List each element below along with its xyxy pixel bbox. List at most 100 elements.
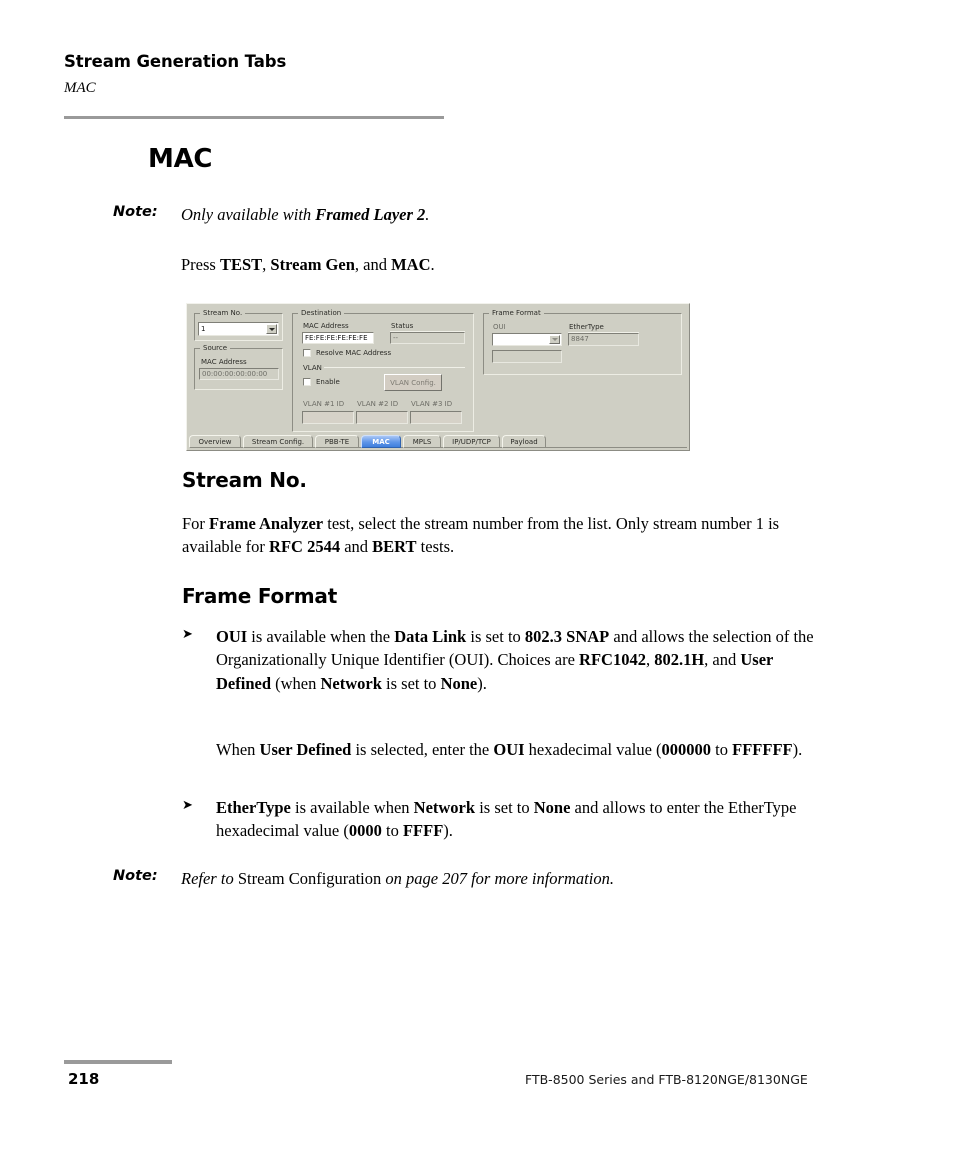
destination-mac-field[interactable]: FE:FE:FE:FE:FE:FE [302,332,374,344]
b1-t2: is set to [466,627,525,646]
vlan1-id-label: VLAN #1 ID [303,400,345,408]
vlan1-id-field[interactable] [302,411,354,424]
sp1-b1: User Defined [259,740,352,759]
vlan3-id-field[interactable] [410,411,462,424]
stream-b2: RFC 2544 [269,537,341,557]
running-head-title: Stream Generation Tabs [64,52,287,71]
note2-roman: Stream Configuration [237,869,382,888]
tab-stream-config[interactable]: Stream Config. [243,435,313,448]
note2-t2: on page 207 for more information. [381,869,614,888]
b1-b4: RFC1042 [579,650,646,670]
sp1-b2: OUI [493,740,525,759]
b1-t5: , and [704,650,741,670]
resolve-mac-address-label: Resolve MAC Address [316,349,392,357]
note-stream-configuration: Note: Refer to Stream Configuration on p… [113,868,873,890]
ethertype-label: EtherType [569,323,604,331]
b1-b7: Network [320,673,382,693]
b1-b1: OUI [216,627,248,646]
b1-t4: , [645,650,655,670]
sp1-t5: ). [792,740,803,759]
b1-t1: is available when the [247,627,395,646]
note-text: Refer to Stream Configuration on page 20… [181,868,614,890]
b2-t4: to [381,821,403,841]
resolve-mac-address-checkbox[interactable] [303,349,311,357]
running-head-subtitle: MAC [64,80,96,96]
vlan-config-button[interactable]: VLAN Config. [384,374,442,391]
tab-overview[interactable]: Overview [189,435,241,448]
vlan-section-title: VLAN [303,364,322,372]
paragraph-stream-no: For Frame Analyzer test, select the stre… [182,512,782,559]
vlan-section-rule [324,367,465,368]
mac-tab-screenshot: Stream No. 1 Source MAC Address 00:00:00… [186,303,690,451]
tab-mac-label: MAC [372,437,390,446]
tab-mpls[interactable]: MPLS [403,435,441,448]
oui-label: OUI [493,323,506,331]
vlan2-id-label: VLAN #2 ID [357,400,399,408]
stream-no-combo[interactable]: 1 [198,322,279,336]
oui-combo[interactable] [492,333,562,346]
bullet-ethertype: ➤ EtherType is available when Network is… [182,796,822,843]
note-framed-layer-2: Note: Only available with Framed Layer 2… [113,204,813,226]
oui-user-defined-field[interactable] [492,350,562,363]
stream-no-combo-value: 1 [201,325,206,333]
bullet-arrow-icon: ➤ [182,627,193,642]
b1-b5: 802.1H [654,650,705,670]
tab-stream-config-label: Stream Config. [251,437,305,446]
frame-format-group-title: Frame Format [489,309,544,317]
destination-group-title: Destination [298,309,345,317]
sp1-t3: hexadecimal value ( [524,740,662,759]
b1-b2: Data Link [394,627,467,646]
destination-mac-label: MAC Address [303,322,349,330]
source-mac-value: 00:00:00:00:00:00 [202,370,268,378]
press-t1: Press [181,255,220,274]
b2-b4: 0000 [348,821,382,841]
tab-ip-udp-tcp[interactable]: IP/UDP/TCP [443,435,500,448]
vlan-config-button-label: VLAN Config. [390,378,436,387]
destination-status-value: -- [393,334,399,342]
chevron-down-icon[interactable] [266,324,277,334]
press-t3: , and [354,255,392,274]
vlan-enable-checkbox[interactable] [303,378,311,386]
sp1-b4: FFFFFF [732,740,793,759]
press-b2: Stream Gen [270,255,355,274]
tab-pbb-te[interactable]: PBB-TE [315,435,359,448]
tab-payload[interactable]: Payload [502,435,546,448]
b1-t8: ). [477,673,487,693]
stream-t4: tests. [416,537,455,557]
footer-divider [64,1060,172,1064]
page-title: MAC [148,144,213,174]
note-text-end: . [425,205,430,224]
destination-status-label: Status [391,322,414,330]
tab-payload-label: Payload [510,437,538,446]
tab-mac[interactable]: MAC [361,435,401,448]
stream-t1: For [182,514,210,533]
paragraph-user-defined-oui: When User Defined is selected, enter the… [216,738,816,761]
source-group-title: Source [200,344,231,352]
ethertype-value: 8847 [571,335,589,343]
b2-t1: is available when [290,798,414,817]
sp1-t1: When [216,740,260,759]
bullet-arrow-icon: ➤ [182,798,193,813]
b2-b3: None [533,798,571,817]
sp1-b3: 000000 [661,740,712,759]
stream-b1: Frame Analyzer [209,514,324,533]
footer-product-name: FTB-8500 Series and FTB-8120NGE/8130NGE [525,1072,808,1087]
tab-mpls-label: MPLS [412,437,432,446]
vlan3-id-label: VLAN #3 ID [411,400,453,408]
sp1-t2: is selected, enter the [351,740,494,759]
stream-no-group-title: Stream No. [200,309,246,317]
stream-t3: and [340,537,373,557]
press-b1: TEST [219,255,263,274]
b2-b2: Network [413,798,476,817]
chevron-down-icon[interactable] [549,335,560,344]
vlan2-id-field[interactable] [356,411,408,424]
tab-pbb-te-label: PBB-TE [324,437,350,446]
vlan-enable-label: Enable [316,378,340,386]
source-mac-label: MAC Address [201,358,247,366]
running-head: Stream Generation Tabs MAC [64,52,444,97]
note-text-part: Only available with [181,205,316,224]
ethertype-field[interactable]: 8847 [568,333,639,346]
heading-frame-format: Frame Format [182,584,338,608]
b2-t5: ). [443,821,453,841]
source-mac-field[interactable]: 00:00:00:00:00:00 [199,368,279,380]
